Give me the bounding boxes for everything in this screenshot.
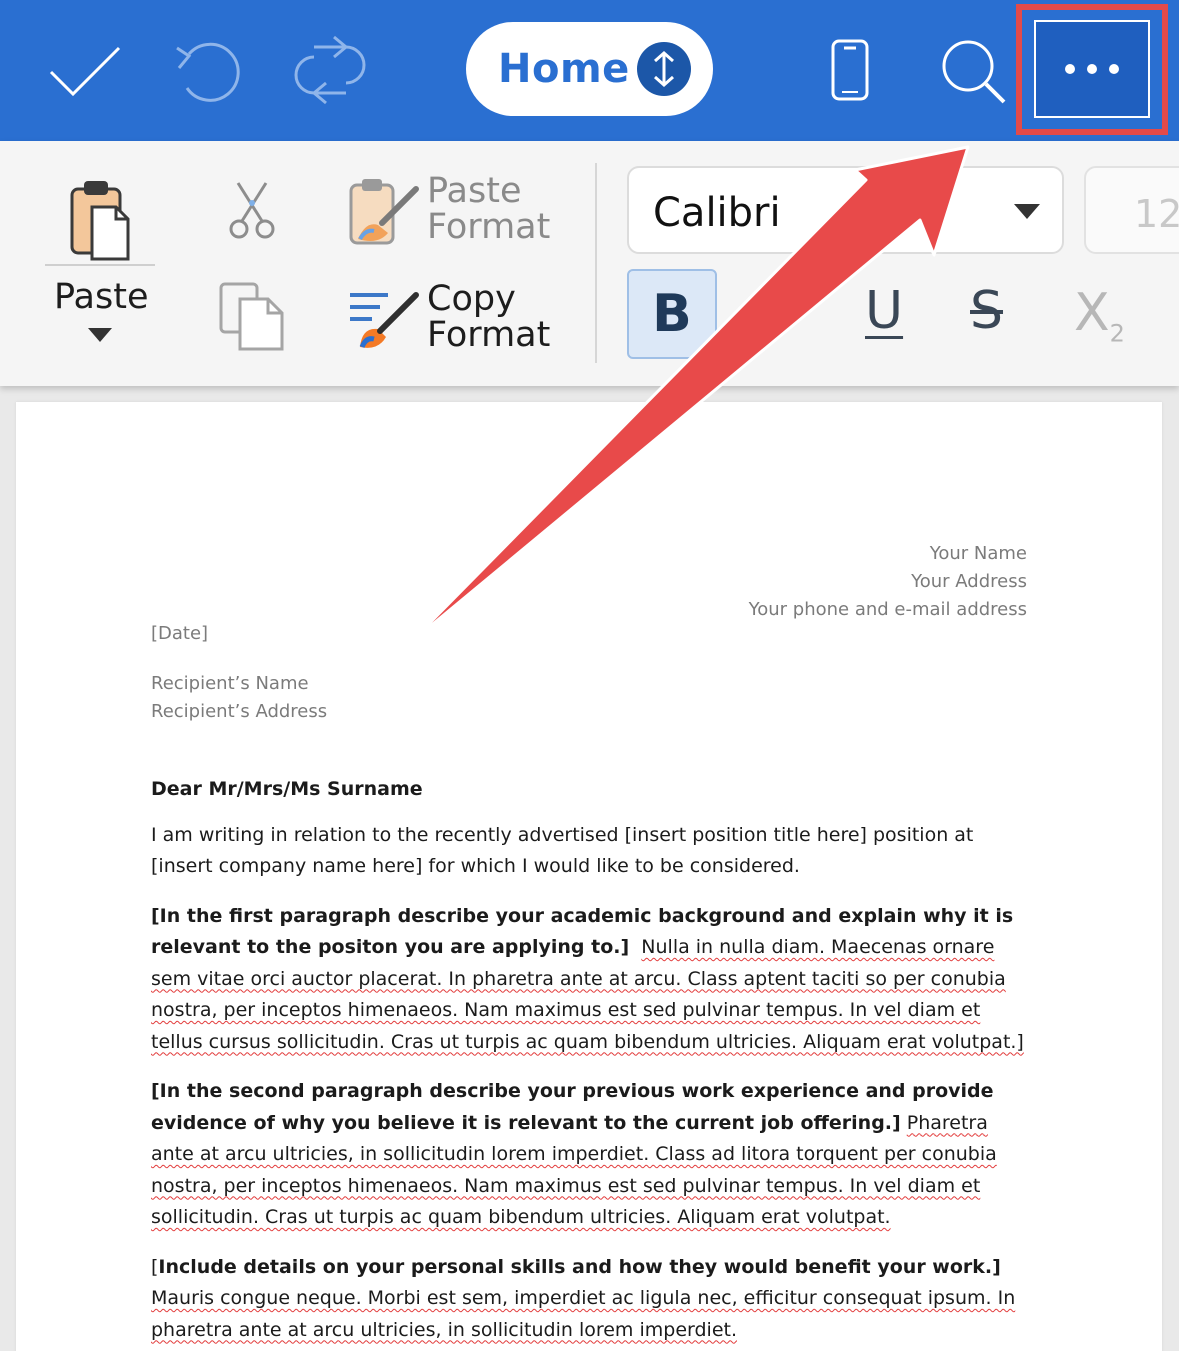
paste-button-label[interactable]: Paste <box>54 279 148 315</box>
underline-button[interactable]: U <box>865 281 903 341</box>
search-button[interactable] <box>930 28 1015 113</box>
font-family-select[interactable]: Calibri <box>627 166 1064 254</box>
mobile-view-button[interactable] <box>820 30 880 110</box>
home-tab-switcher[interactable]: Home <box>466 22 713 116</box>
paste-format-button[interactable] <box>348 177 420 249</box>
strikethrough-button[interactable]: S <box>970 281 1003 341</box>
search-icon <box>942 40 1005 103</box>
more-dots-icon <box>1065 64 1075 74</box>
bold-glyph: B <box>652 284 692 344</box>
letter-date: [Date] <box>151 623 209 644</box>
home-ribbon: Paste Paste Format Copy Format Calibri 1… <box>0 141 1179 386</box>
font-size-select[interactable]: 12 <box>1084 166 1179 254</box>
recipient-address: Recipient’s Address <box>151 701 328 722</box>
letter-body: Dear Mr/Mrs/Ms Surname I am writing in r… <box>151 774 1036 1351</box>
sender-address: Your Address <box>911 571 1027 592</box>
paragraph-1: [In the first paragraph describe your ac… <box>151 901 1036 1059</box>
more-dots-icon <box>1087 64 1097 74</box>
sender-name: Your Name <box>929 543 1027 564</box>
paste-options-caret[interactable] <box>88 328 112 344</box>
caret-down-icon <box>88 328 112 342</box>
copy-format-button[interactable] <box>348 289 420 351</box>
copy-format-line1: Copy <box>427 279 516 319</box>
sender-block: Your Name Your Address Your phone and e-… <box>749 540 1027 624</box>
subscript-small: 2 <box>1109 319 1125 348</box>
paragraph-3: [Include details on your personal skills… <box>151 1252 1036 1347</box>
paste-divider <box>45 264 155 266</box>
top-toolbar: Home <box>0 0 1179 141</box>
caret-down-icon <box>1014 204 1040 225</box>
paragraph-2-heading: [In the second paragraph describe your p… <box>151 1080 994 1134</box>
recipient-name: Recipient’s Name <box>151 673 309 694</box>
scissors-icon <box>229 182 275 239</box>
bold-button[interactable]: B <box>627 269 717 359</box>
paste-format-label[interactable]: Paste Format <box>427 173 550 245</box>
paragraph-3-heading: Include details on your personal skills … <box>158 1255 1001 1278</box>
paste-format-icon <box>349 179 419 245</box>
more-options-button[interactable] <box>1034 20 1150 118</box>
undo-button[interactable] <box>160 30 250 110</box>
copy-format-label[interactable]: Copy Format <box>427 281 550 353</box>
font-family-value: Calibri <box>653 190 781 236</box>
checkmark-icon <box>49 46 121 97</box>
done-button[interactable] <box>40 30 130 110</box>
copy-format-icon <box>350 292 419 349</box>
recipient-block: Recipient’s Name Recipient’s Address <box>151 670 327 726</box>
ribbon-divider <box>595 163 597 363</box>
more-dots-icon <box>1109 64 1119 74</box>
paragraph-2: [In the second paragraph describe your p… <box>151 1076 1036 1234</box>
clipboard-icon[interactable] <box>68 179 132 263</box>
redo-button[interactable] <box>285 30 375 110</box>
intro-paragraph: I am writing in relation to the recently… <box>151 823 974 878</box>
paragraph-3-text: Mauris congue neque. Morbi est sem, impe… <box>151 1287 1016 1341</box>
undo-icon <box>176 42 240 102</box>
copy-format-line2: Format <box>427 315 551 355</box>
copy-button[interactable] <box>218 281 286 353</box>
up-down-arrows-icon <box>637 42 691 96</box>
phone-icon <box>831 39 869 101</box>
subscript-glyph: X <box>1074 283 1110 343</box>
paste-format-line2: Format <box>427 207 551 247</box>
salutation: Dear Mr/Mrs/Ms Surname <box>151 778 423 800</box>
document-page[interactable]: Your Name Your Address Your phone and e-… <box>16 402 1162 1351</box>
cut-button[interactable] <box>228 181 276 239</box>
redo-icon <box>294 35 366 105</box>
subscript-button[interactable]: X2 <box>1074 283 1125 347</box>
font-size-value: 12 <box>1134 192 1179 236</box>
copy-icon <box>219 282 284 351</box>
home-tab-label: Home <box>498 46 630 92</box>
paste-format-line1: Paste <box>427 171 522 211</box>
sender-contact: Your phone and e-mail address <box>748 599 1027 620</box>
